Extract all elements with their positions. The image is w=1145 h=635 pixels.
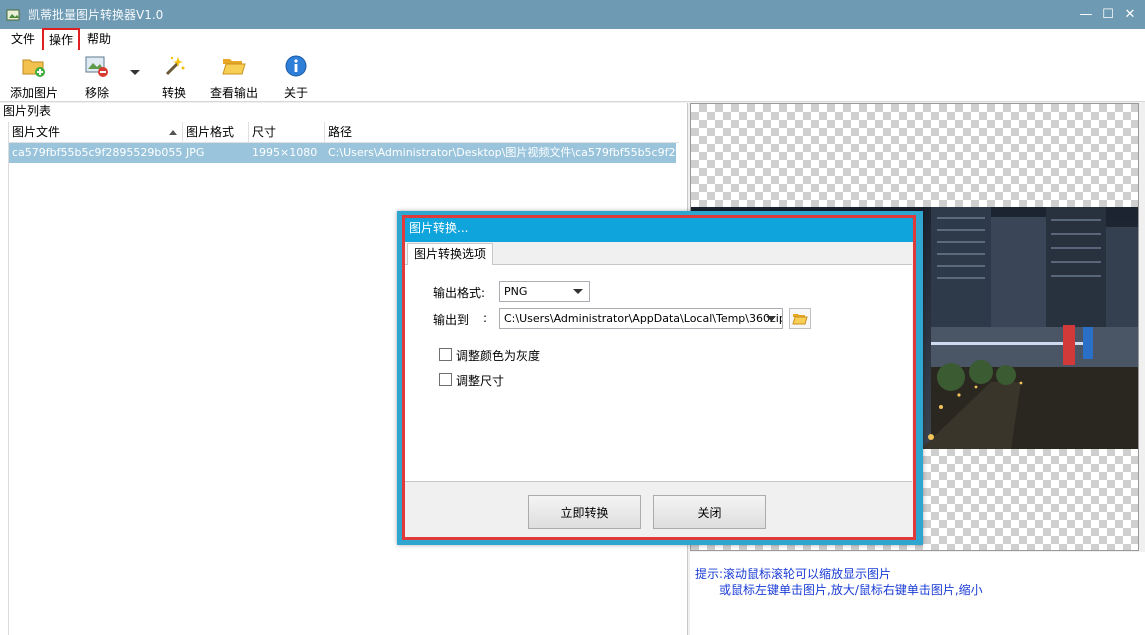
about-button[interactable]: 关于 <box>283 53 309 101</box>
window-controls: — ☐ ✕ <box>1075 0 1141 29</box>
hint-line-2: 或鼠标左键单击图片,放大/鼠标右键单击图片,缩小 <box>719 583 983 597</box>
column-file[interactable]: 图片文件 <box>9 122 183 143</box>
add-image-label: 添加图片 <box>10 86 59 100</box>
tab-convert-options[interactable]: 图片转换选项 <box>407 243 494 265</box>
add-folder-icon <box>21 53 47 79</box>
menu-file[interactable]: 文件 <box>5 29 41 50</box>
magic-wand-icon <box>161 53 187 79</box>
info-icon <box>283 53 309 79</box>
list-header: 图片文件 图片格式 尺寸 路径 <box>9 122 679 143</box>
app-icon <box>6 9 20 20</box>
preview-hint: 提示:滚动鼠标滚轮可以缩放显示图片 或鼠标左键单击图片,放大/鼠标右键单击图片,… <box>695 566 983 598</box>
remove-label: 移除 <box>84 86 109 100</box>
cell-file: ca579fbf55b5c9f2895529b05571ca <box>12 146 183 159</box>
table-row[interactable]: ca579fbf55b5c9f2895529b05571ca JPG 1995×… <box>9 143 676 163</box>
column-size[interactable]: 尺寸 <box>249 122 325 143</box>
view-output-button[interactable]: 查看输出 <box>210 53 258 101</box>
toolbar: 添加图片 移除 转换 查看输出 关于 <box>0 50 1145 102</box>
minimize-button[interactable]: — <box>1075 4 1097 26</box>
cell-path: C:\Users\Administrator\Desktop\图片视频文件\ca… <box>328 146 676 159</box>
sort-ascending-icon <box>169 130 177 135</box>
cell-format: JPG <box>186 146 205 159</box>
open-folder-icon <box>221 53 247 79</box>
image-list-label: 图片列表 <box>3 104 52 118</box>
cell-size: 1995×1080 <box>252 146 318 159</box>
column-format[interactable]: 图片格式 <box>183 122 249 143</box>
menu-bar: 文件 操作 帮助 <box>0 28 1145 58</box>
title-bar: 凯蒂批量图片转换器V1.0 — ☐ ✕ <box>0 0 1145 29</box>
menu-help[interactable]: 帮助 <box>81 29 117 50</box>
remove-button[interactable]: 移除 <box>84 53 110 101</box>
hint-line-1: 提示:滚动鼠标滚轮可以缩放显示图片 <box>695 567 892 581</box>
convert-button[interactable]: 转换 <box>161 53 187 101</box>
convert-label: 转换 <box>161 86 186 100</box>
remove-image-icon <box>84 53 110 79</box>
add-image-button[interactable]: 添加图片 <box>10 53 58 101</box>
maximize-button[interactable]: ☐ <box>1097 4 1119 26</box>
view-output-label: 查看输出 <box>210 86 259 100</box>
about-label: 关于 <box>283 86 308 100</box>
column-path[interactable]: 路径 <box>325 122 679 143</box>
window-title: 凯蒂批量图片转换器V1.0 <box>28 8 164 22</box>
remove-dropdown-arrow[interactable] <box>130 70 140 75</box>
close-button[interactable]: ✕ <box>1119 4 1141 26</box>
